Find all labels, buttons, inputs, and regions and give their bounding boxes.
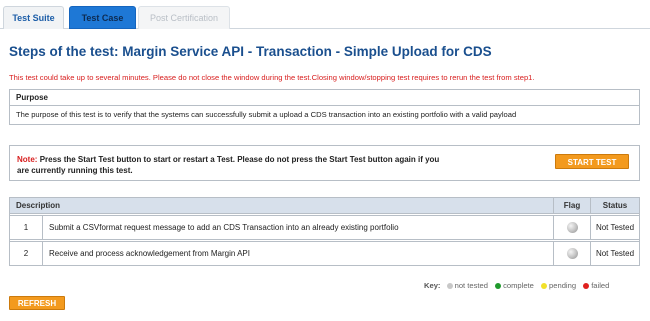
warning-message: This test could take up to several minut… bbox=[9, 73, 535, 82]
table-header-row: Description Flag Status bbox=[9, 197, 640, 214]
key-label: Key: bbox=[424, 281, 441, 290]
note-panel: Note: Press the Start Test button to sta… bbox=[9, 145, 640, 181]
note-message: Note: Press the Start Test button to sta… bbox=[17, 154, 447, 176]
tab-bar: Test Suite Test Case Post Certification bbox=[0, 0, 650, 29]
key-item-label: complete bbox=[503, 281, 534, 290]
step-number: 2 bbox=[9, 241, 43, 266]
key-item-label: pending bbox=[549, 281, 577, 290]
key-item-label: not tested bbox=[454, 281, 488, 290]
tab-test-suite[interactable]: Test Suite bbox=[3, 6, 64, 29]
step-description: Receive and process acknowledgement from… bbox=[42, 241, 554, 266]
test-steps-table: Description Flag Status 1 Submit a CSVfo… bbox=[9, 197, 640, 266]
note-text: Press the Start Test button to start or … bbox=[17, 155, 440, 175]
purpose-text: The purpose of this test is to verify th… bbox=[16, 110, 517, 119]
key-item-label: failed bbox=[591, 281, 610, 290]
column-header-status: Status bbox=[590, 197, 640, 214]
key-item-pending: pending bbox=[541, 281, 576, 290]
purpose-panel: Purpose The purpose of this test is to v… bbox=[9, 89, 640, 125]
pending-dot-icon bbox=[541, 283, 548, 289]
key-item-not-tested: not tested bbox=[446, 281, 488, 290]
step-status: Not Tested bbox=[590, 215, 640, 240]
start-test-button[interactable]: START TEST bbox=[555, 154, 629, 169]
step-number: 1 bbox=[9, 215, 43, 240]
column-header-description: Description bbox=[9, 197, 554, 214]
complete-dot-icon bbox=[495, 283, 502, 289]
refresh-button[interactable]: REFRESH bbox=[9, 296, 65, 310]
flag-cell bbox=[553, 241, 591, 266]
key-item-complete: complete bbox=[495, 281, 534, 290]
key-item-failed: failed bbox=[583, 281, 609, 290]
status-flag-icon bbox=[566, 248, 578, 259]
column-header-flag: Flag bbox=[553, 197, 591, 214]
table-row: 1 Submit a CSVformat request message to … bbox=[9, 215, 640, 240]
failed-dot-icon bbox=[583, 283, 590, 289]
note-label: Note: bbox=[17, 155, 38, 164]
step-description: Submit a CSVformat request message to ad… bbox=[42, 215, 554, 240]
page-title: Steps of the test: Margin Service API - … bbox=[9, 44, 492, 59]
table-row: 2 Receive and process acknowledgement fr… bbox=[9, 241, 640, 266]
purpose-heading: Purpose bbox=[10, 90, 639, 106]
status-flag-icon bbox=[566, 222, 578, 233]
flag-cell bbox=[553, 215, 591, 240]
tab-test-case[interactable]: Test Case bbox=[69, 6, 136, 29]
tab-post-certification[interactable]: Post Certification bbox=[138, 6, 230, 29]
not-tested-dot-icon bbox=[446, 283, 453, 289]
status-key: Key: not tested complete pending failed bbox=[424, 281, 614, 290]
step-status: Not Tested bbox=[590, 241, 640, 266]
